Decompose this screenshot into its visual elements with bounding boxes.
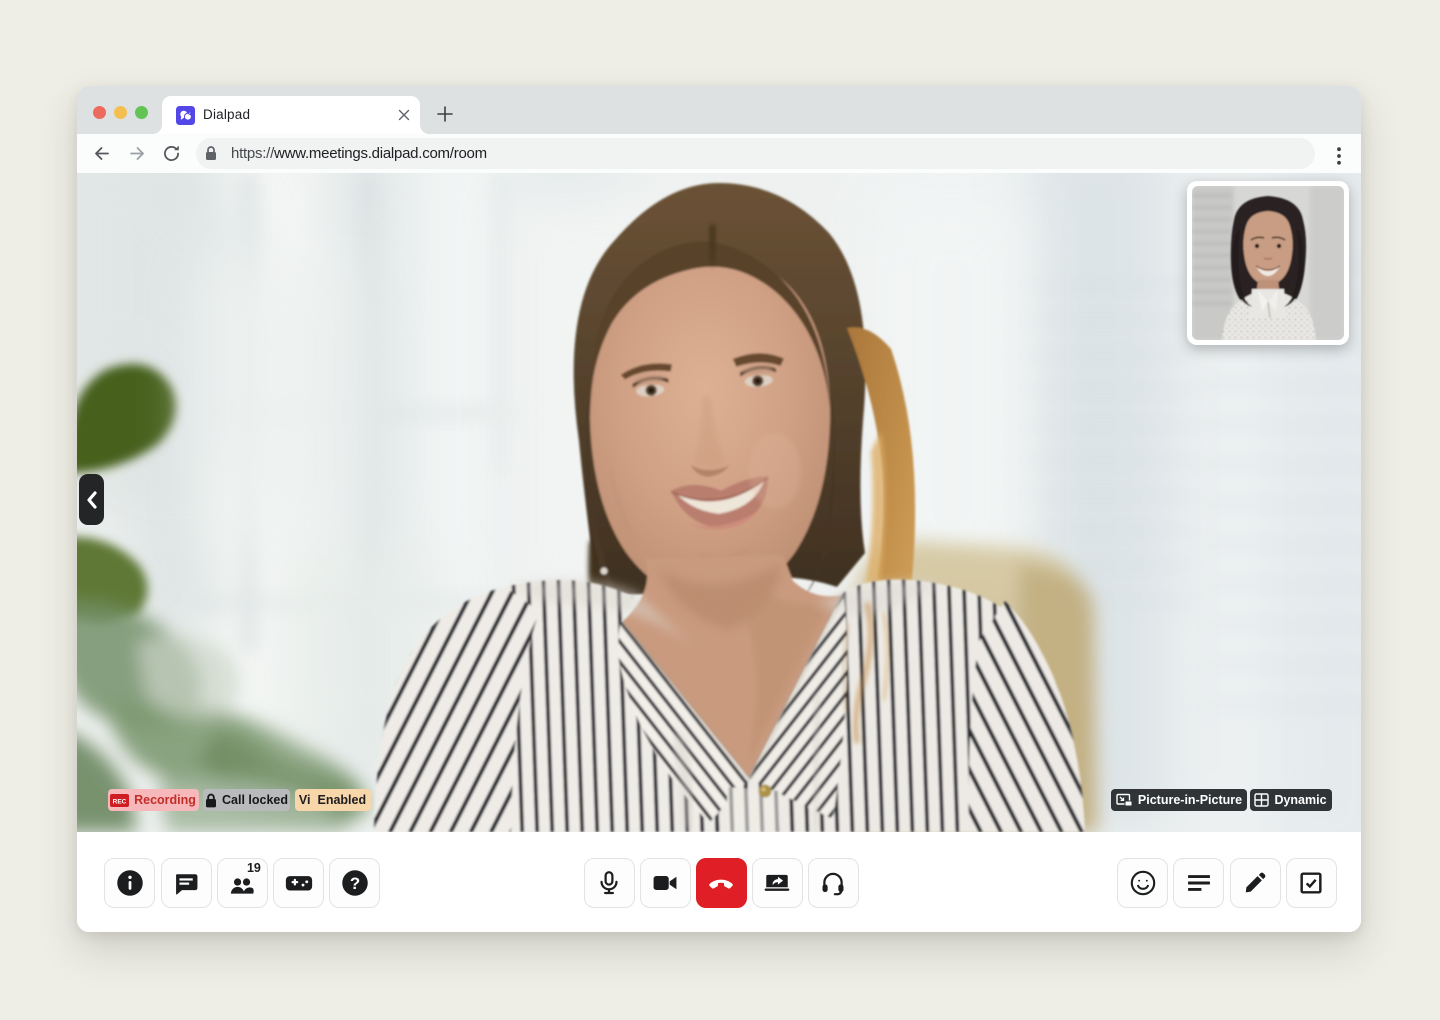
svg-text:?: ?	[350, 874, 360, 893]
svg-text:REC: REC	[113, 798, 127, 805]
